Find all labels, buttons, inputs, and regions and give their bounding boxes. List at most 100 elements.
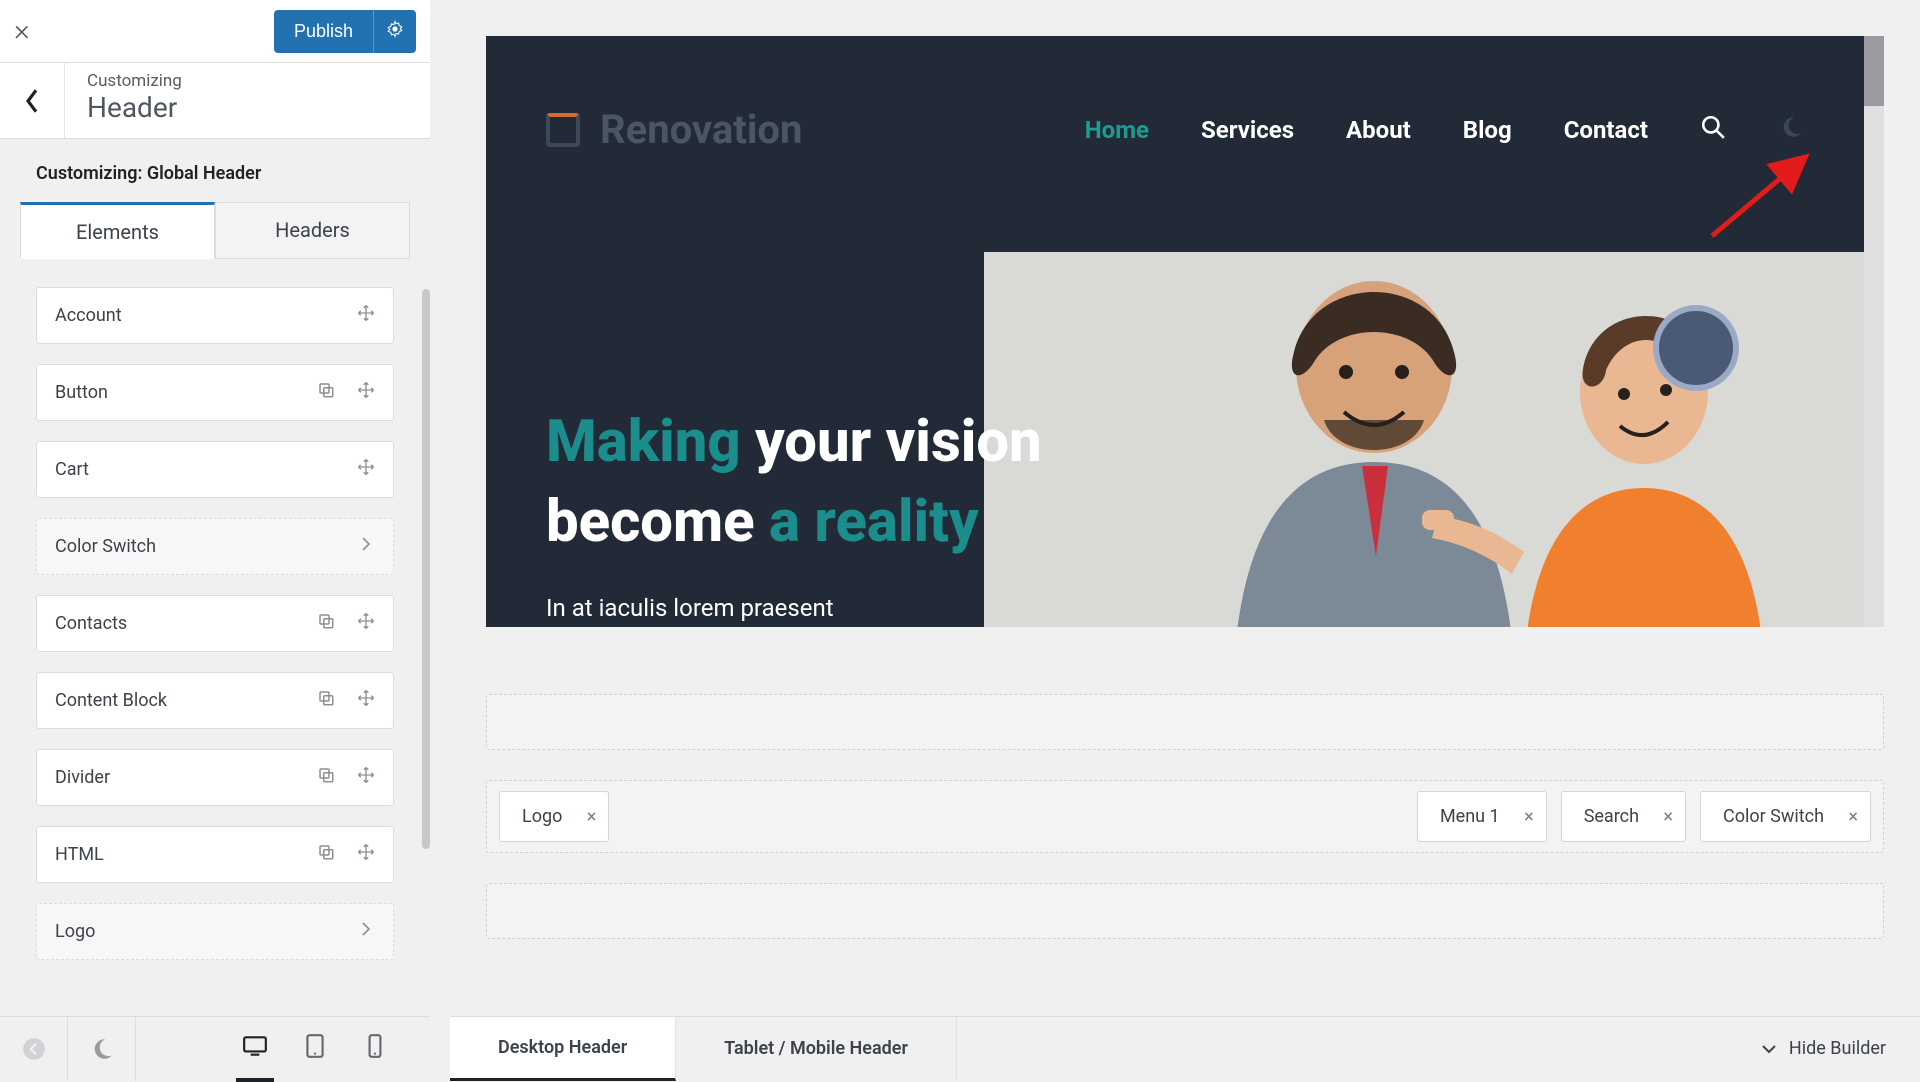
hero-subtext: In at iaculis lorem praesent: [546, 594, 1106, 622]
device-tablet[interactable]: [302, 1033, 328, 1064]
publish-button[interactable]: Publish: [274, 10, 373, 53]
element-icons: [357, 920, 375, 943]
nav-link[interactable]: Blog: [1463, 116, 1512, 144]
copy-icon[interactable]: [317, 381, 335, 404]
element-item[interactable]: Cart: [36, 441, 394, 498]
device-desktop[interactable]: [242, 1033, 268, 1064]
builder-chip[interactable]: Logo ×: [499, 791, 609, 842]
element-item[interactable]: Account: [36, 287, 394, 344]
element-label: Cart: [55, 459, 89, 480]
element-icons: [317, 381, 375, 404]
move-icon[interactable]: [357, 458, 375, 481]
device-switcher: [242, 1033, 430, 1064]
nav-link[interactable]: Services: [1201, 116, 1294, 144]
dark-mode-icon[interactable]: [68, 1017, 136, 1081]
chevron-down-icon: [1761, 1041, 1777, 1057]
element-item[interactable]: Divider: [36, 749, 394, 806]
move-icon[interactable]: [357, 612, 375, 635]
device-mobile[interactable]: [362, 1033, 388, 1064]
move-icon[interactable]: [357, 304, 375, 327]
chip-remove-icon[interactable]: ×: [1848, 806, 1858, 827]
element-icons: [357, 535, 375, 558]
back-button[interactable]: [0, 63, 65, 138]
builder-chip[interactable]: Color Switch×: [1700, 791, 1871, 842]
element-icons: [357, 458, 375, 481]
element-label: Button: [55, 382, 108, 403]
site-header: Renovation Home Services About Blog Contact: [546, 106, 1804, 153]
element-item[interactable]: Content Block: [36, 672, 394, 729]
collapse-panel-button[interactable]: [0, 1017, 68, 1081]
chip-remove-icon[interactable]: ×: [1663, 806, 1673, 827]
preview-scrollbar[interactable]: [1864, 36, 1884, 627]
element-item[interactable]: Logo: [36, 903, 394, 960]
move-icon[interactable]: [357, 843, 375, 866]
builder-chip[interactable]: Search ×: [1561, 791, 1686, 842]
element-icons: [317, 689, 375, 712]
hero-text: Making your vision become a reality In a…: [546, 402, 1106, 622]
panel-footer: [0, 1016, 430, 1080]
publish-settings-button[interactable]: [373, 10, 416, 53]
nav-link[interactable]: Contact: [1564, 116, 1648, 144]
element-label: Contacts: [55, 613, 127, 634]
customizer-panel: × Publish Customizing Header Customizing…: [0, 0, 430, 1080]
element-label: Content Block: [55, 690, 167, 711]
nav-link[interactable]: About: [1346, 116, 1411, 144]
copy-icon[interactable]: [317, 612, 335, 635]
element-item[interactable]: Button: [36, 364, 394, 421]
site-brand[interactable]: Renovation: [546, 106, 802, 153]
move-icon[interactable]: [357, 381, 375, 404]
publish-group: Publish: [274, 10, 416, 53]
move-icon[interactable]: [357, 766, 375, 789]
gear-icon: [386, 20, 404, 38]
element-icons: [317, 612, 375, 635]
hero-image: [984, 252, 1864, 627]
brand-mark-icon: [546, 113, 580, 147]
elements-list: Account Button Cart Color Switch Contacts Con…: [0, 265, 430, 1080]
builder-chip[interactable]: Menu 1 ×: [1417, 791, 1547, 842]
panel-tabs: Elements Headers: [0, 202, 430, 265]
preview-scroll-thumb[interactable]: [1864, 36, 1884, 106]
element-item[interactable]: Color Switch: [36, 518, 394, 575]
tab-elements[interactable]: Elements: [20, 202, 215, 259]
element-item[interactable]: HTML: [36, 826, 394, 883]
section-heading: Customizing: Global Header: [0, 139, 430, 202]
annotation-arrow: [1706, 150, 1816, 242]
builder-bottom-row[interactable]: [486, 883, 1884, 939]
chev-icon[interactable]: [357, 535, 375, 558]
preview-area: Renovation Home Services About Blog Contact: [450, 0, 1920, 1080]
tab-mobile-header[interactable]: Tablet / Mobile Header: [676, 1017, 957, 1080]
element-icons: [317, 766, 375, 789]
nav-link[interactable]: Home: [1085, 116, 1149, 144]
copy-icon[interactable]: [317, 689, 335, 712]
tab-desktop-header[interactable]: Desktop Header: [450, 1017, 676, 1081]
copy-icon[interactable]: [317, 766, 335, 789]
chip-remove-icon[interactable]: ×: [1524, 806, 1534, 827]
hero-word-1: your vision: [755, 408, 1042, 476]
element-label: Account: [55, 305, 122, 326]
hero-word-2: become: [546, 488, 755, 556]
chip-remove-icon[interactable]: ×: [587, 806, 597, 827]
element-icons: [357, 304, 375, 327]
chev-icon[interactable]: [357, 920, 375, 943]
copy-icon[interactable]: [317, 843, 335, 866]
panel-scrollbar[interactable]: [422, 289, 430, 849]
hide-builder-label: Hide Builder: [1789, 1038, 1886, 1059]
moon-icon[interactable]: [1778, 114, 1804, 145]
tab-headers[interactable]: Headers: [215, 202, 410, 259]
chip-label: Menu 1: [1440, 806, 1500, 827]
element-item[interactable]: Contacts: [36, 595, 394, 652]
hero-word-accent2: a reality: [769, 488, 979, 556]
chip-label: Search: [1584, 806, 1639, 827]
chip-label: Logo: [522, 806, 562, 827]
element-icons: [317, 843, 375, 866]
move-icon[interactable]: [357, 689, 375, 712]
builder-middle-row[interactable]: Logo× Menu 1×Search×Color Switch×: [486, 780, 1884, 853]
hide-builder-button[interactable]: Hide Builder: [1727, 1017, 1920, 1080]
builder-left-items: Logo ×: [499, 791, 609, 842]
builder-top-row[interactable]: [486, 694, 1884, 750]
breadcrumb-title: Header: [87, 91, 182, 124]
close-icon[interactable]: ×: [14, 16, 30, 46]
search-icon[interactable]: [1700, 114, 1726, 145]
element-label: Color Switch: [55, 536, 156, 557]
element-label: Divider: [55, 767, 110, 788]
